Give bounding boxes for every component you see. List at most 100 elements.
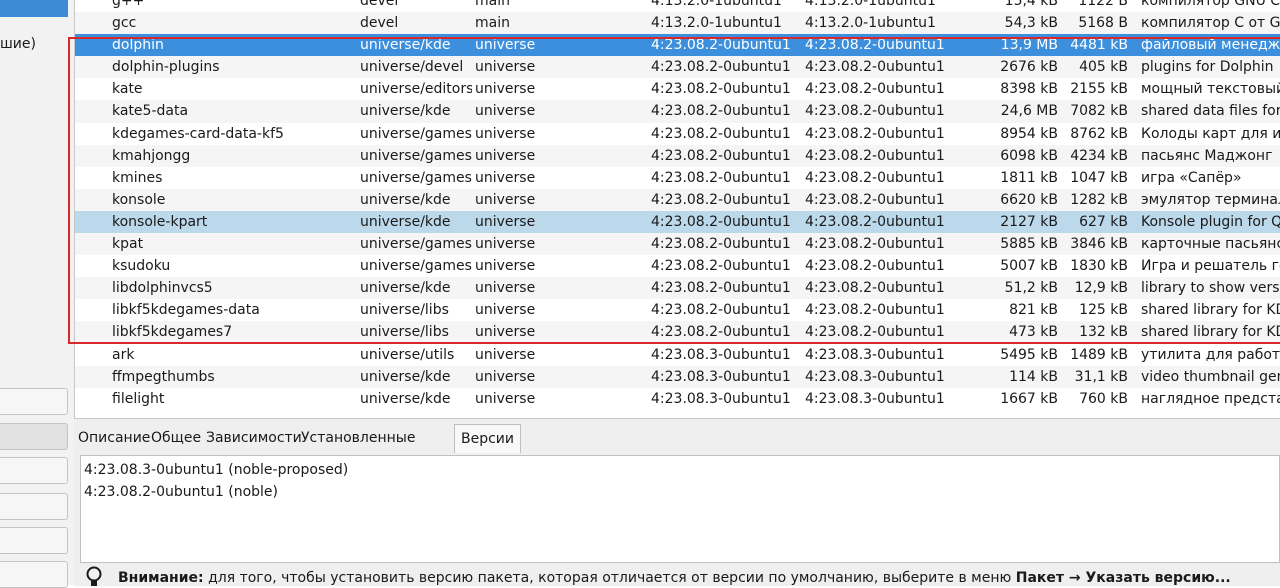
table-row[interactable]: konsole universe/kde universe 4:23.08.2-0ub… xyxy=(75,188,1280,211)
package-description: shared library for KDE xyxy=(1141,302,1280,319)
table-row[interactable]: ksudoku universe/games universe 4:23.08.2-0… xyxy=(75,255,1280,278)
package-component: main xyxy=(475,15,510,32)
package-description: shared library for KDE xyxy=(1141,324,1280,341)
table-row[interactable]: kate universe/editors universe 4:23.08.2-0u… xyxy=(75,78,1280,101)
package-download-size: 1282 kB xyxy=(1070,191,1128,208)
package-latest-version: 4:23.08.2-0ubuntu1 xyxy=(805,302,945,319)
table-row[interactable]: ark universe/utils universe 4:23.08.3-0ubun… xyxy=(75,343,1280,366)
package-section: universe/kde xyxy=(360,280,451,297)
table-row[interactable]: ffmpegthumbs universe/kde universe 4:23.08.… xyxy=(75,365,1280,388)
package-download-size: 1047 kB xyxy=(1070,169,1128,186)
tab-installed-files[interactable]: Установленные файлы xyxy=(301,424,415,474)
package-description: Konsole plugin for Qt xyxy=(1141,213,1280,230)
package-section: universe/kde xyxy=(360,191,451,208)
package-section: universe/kde xyxy=(360,37,451,54)
package-section: universe/games xyxy=(360,236,472,253)
table-row[interactable]: kmahjongg universe/games universe 4:23.08.2… xyxy=(75,144,1280,167)
package-description: игра «Сапёр» xyxy=(1141,169,1242,186)
package-installed-version: 4:23.08.3-0ubuntu1 xyxy=(651,346,791,363)
package-description: наглядное представл xyxy=(1141,390,1280,407)
table-row[interactable]: konsole-kpart universe/kde universe 4:23.08… xyxy=(75,210,1280,234)
package-section: universe/editors xyxy=(360,81,472,98)
table-row[interactable]: kmines universe/games universe 4:23.08.2-0u… xyxy=(75,166,1280,189)
package-component: universe xyxy=(475,213,536,230)
package-section: universe/kde xyxy=(360,390,451,407)
package-latest-version: 4:23.08.2-0ubuntu1 xyxy=(805,81,945,98)
left-panel-selected-item[interactable] xyxy=(0,0,68,17)
left-panel-button[interactable] xyxy=(0,493,68,520)
version-item[interactable]: 4:23.08.3-0ubuntu1 (noble-proposed) xyxy=(84,462,348,478)
table-row[interactable]: filelight universe/kde universe 4:23.08.3-0… xyxy=(75,387,1280,410)
table-row[interactable]: kate5-data universe/kde universe 4:23.08.2-… xyxy=(75,100,1280,123)
package-name: dolphin xyxy=(112,37,164,54)
package-description: shared data files for K xyxy=(1141,103,1280,120)
package-size: 51,2 kB xyxy=(1004,280,1058,297)
package-size: 6098 kB xyxy=(1000,147,1058,164)
package-description: Игра и решатель голо xyxy=(1141,258,1280,275)
tab-description[interactable]: Описание xyxy=(78,424,150,452)
package-name: ffmpegthumbs xyxy=(112,368,215,385)
package-name: dolphin-plugins xyxy=(112,59,220,76)
left-panel-item-text[interactable]: шие) xyxy=(0,36,36,52)
package-size: 24,6 MB xyxy=(1000,103,1058,120)
package-description: файловый менеджер xyxy=(1141,37,1280,54)
package-component: main xyxy=(475,0,510,9)
left-panel-button[interactable] xyxy=(0,388,68,415)
table-row[interactable]: libdolphinvcs5 universe/kde universe 4:23.0… xyxy=(75,277,1280,300)
package-name: g++ xyxy=(112,0,145,9)
table-row[interactable]: ◉gccdevelmain4:13.2.0-1ubuntu14:13.2.0-1… xyxy=(75,12,1280,35)
package-download-size: 1489 kB xyxy=(1070,346,1128,363)
notice-body: для того, чтобы установить версию пакета… xyxy=(203,570,1016,586)
table-row[interactable]: kpat universe/games universe 4:23.08.2-0ubu… xyxy=(75,233,1280,256)
package-download-size: 12,9 kB xyxy=(1074,280,1128,297)
package-name: filelight xyxy=(112,390,165,407)
package-installed-version: 4:23.08.2-0ubuntu1 xyxy=(651,147,791,164)
package-size: 821 kB xyxy=(1009,302,1058,319)
table-row[interactable]: ◉g++develmain4:13.2.0-1ubuntu14:13.2.0-1… xyxy=(75,0,1280,13)
package-installed-version: 4:23.08.2-0ubuntu1 xyxy=(651,258,791,275)
package-latest-version: 4:23.08.2-0ubuntu1 xyxy=(805,280,945,297)
package-installed-version: 4:13.2.0-1ubuntu1 xyxy=(651,0,782,9)
tab-versions[interactable]: Версии xyxy=(454,424,521,453)
table-row[interactable]: dolphin-plugins universe/devel universe 4:2… xyxy=(75,56,1280,79)
package-section: universe/games xyxy=(360,258,472,275)
package-name: konsole xyxy=(112,191,166,208)
table-row[interactable]: kdegames-card-data-kf5 universe/games univ… xyxy=(75,122,1280,145)
version-item[interactable]: 4:23.08.2-0ubuntu1 (noble) xyxy=(84,484,278,500)
package-size: 54,3 kB xyxy=(1004,15,1058,32)
left-panel-button[interactable] xyxy=(0,457,68,484)
package-latest-version: 4:23.08.2-0ubuntu1 xyxy=(805,103,945,120)
table-row[interactable]: libkf5kdegames7 universe/libs universe 4:23… xyxy=(75,321,1280,344)
package-component: universe xyxy=(475,191,536,208)
package-download-size: 31,1 kB xyxy=(1074,368,1128,385)
package-latest-version: 4:23.08.3-0ubuntu1 xyxy=(805,390,945,407)
package-description: компилятор GNU C++ xyxy=(1141,0,1280,9)
package-installed-version: 4:23.08.2-0ubuntu1 xyxy=(651,103,791,120)
package-description: пасьянс Маджонг xyxy=(1141,147,1273,164)
left-panel: шие) xyxy=(0,0,75,588)
package-section: universe/libs xyxy=(360,302,449,319)
package-section: universe/games xyxy=(360,169,472,186)
left-panel-button-active[interactable] xyxy=(0,423,68,450)
table-row[interactable]: dolphin universe/kde universe 4:23.08.2-0ub… xyxy=(75,34,1280,57)
package-component: universe xyxy=(475,368,536,385)
left-panel-button[interactable] xyxy=(0,527,68,554)
package-download-size: 5168 B xyxy=(1078,15,1128,32)
package-installed-version: 4:23.08.2-0ubuntu1 xyxy=(651,59,791,76)
package-download-size: 1122 B xyxy=(1078,0,1128,9)
package-size: 8398 kB xyxy=(1000,81,1058,98)
package-latest-version: 4:23.08.2-0ubuntu1 xyxy=(805,125,945,142)
package-installed-version: 4:23.08.2-0ubuntu1 xyxy=(651,324,791,341)
left-panel-button[interactable] xyxy=(0,561,68,588)
package-installed-version: 4:23.08.2-0ubuntu1 xyxy=(651,37,791,54)
package-rows: ◉g++develmain4:13.2.0-1ubuntu14:13.2.0-1… xyxy=(75,0,1280,410)
package-component: universe xyxy=(475,346,536,363)
package-section: universe/games xyxy=(360,147,472,164)
package-installed-version: 4:23.08.3-0ubuntu1 xyxy=(651,368,791,385)
tab-dependencies[interactable]: Зависимости xyxy=(206,424,302,452)
package-installed-version: 4:13.2.0-1ubuntu1 xyxy=(651,15,782,32)
table-row[interactable]: libkf5kdegames-data universe/libs universe… xyxy=(75,299,1280,322)
package-description: утилита для работы с xyxy=(1141,346,1280,363)
tab-general[interactable]: Общее xyxy=(151,424,201,452)
notice-bar: Внимание: для того, чтобы установить вер… xyxy=(78,563,1280,586)
